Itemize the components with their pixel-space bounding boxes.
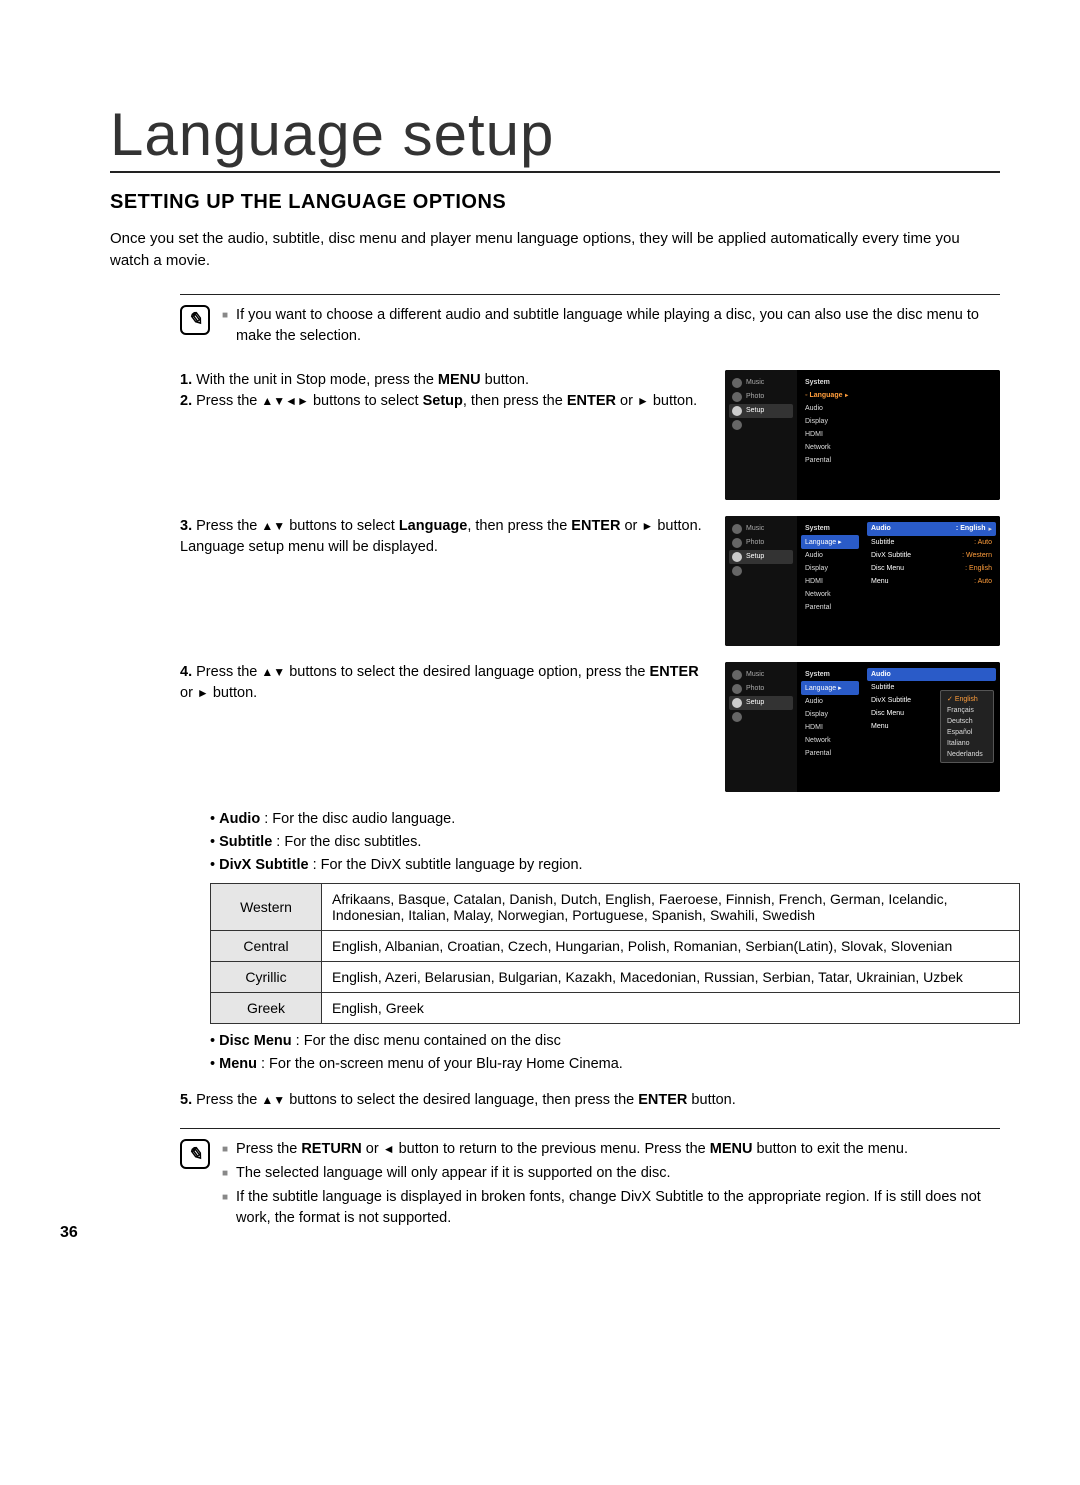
note-bottom-2: The selected language will only appear i… [236,1163,670,1184]
note-top-text: If you want to choose a different audio … [236,305,1000,347]
note-block-bottom: ✎ ■ Press the RETURN or ◄ button to retu… [180,1128,1000,1232]
step-2: 2. Press the ▲▼◄► buttons to select Setu… [180,391,705,413]
page-number: 36 [60,1224,78,1242]
table-row: Greek English, Greek [211,993,1020,1024]
bullet-square-icon: ■ [222,1167,228,1184]
step-5: 5. Press the ▲▼ buttons to select the de… [180,1090,1000,1112]
table-row: Central English, Albanian, Croatian, Cze… [211,931,1020,962]
language-dropdown: ✓ English Français Deutsch Español Itali… [940,690,994,763]
table-row: Western Afrikaans, Basque, Catalan, Dani… [211,884,1020,931]
osd-screenshot-1: Music Photo Setup System ◦ Language ▸ Au… [725,370,1000,500]
step-4: 4. Press the ▲▼ buttons to select the de… [180,662,725,706]
pencil-note-icon: ✎ [180,305,210,335]
divx-region-table: Western Afrikaans, Basque, Catalan, Dani… [210,883,1020,1024]
option-bullet-list: Audio : For the disc audio language. Sub… [210,808,1000,878]
section-heading: SETTING UP THE LANGUAGE OPTIONS [110,191,1000,214]
osd-screenshot-3: Music Photo Setup System Language ▸ Audi… [725,662,1000,792]
note-bottom-1: Press the RETURN or ◄ button to return t… [236,1139,908,1160]
step-1: 1. With the unit in Stop mode, press the… [180,370,705,392]
bullet-square-icon: ■ [222,1143,228,1160]
step-3: 3. Press the ▲▼ buttons to select Langua… [180,516,725,560]
page-title: Language setup [110,100,1000,173]
pencil-note-icon: ✎ [180,1139,210,1169]
table-row: Cyrillic English, Azeri, Belarusian, Bul… [211,962,1020,993]
bullet-square-icon: ■ [222,1191,228,1229]
note-bottom-3: If the subtitle language is displayed in… [236,1187,1000,1229]
intro-paragraph: Once you set the audio, subtitle, disc m… [110,228,1000,272]
option-bullet-list-2: Disc Menu : For the disc menu contained … [210,1030,1000,1076]
note-block-top: ✎ ■ If you want to choose a different au… [180,294,1000,350]
osd-screenshot-2: Music Photo Setup System Language ▸ Audi… [725,516,1000,646]
bullet-square-icon: ■ [222,309,228,347]
